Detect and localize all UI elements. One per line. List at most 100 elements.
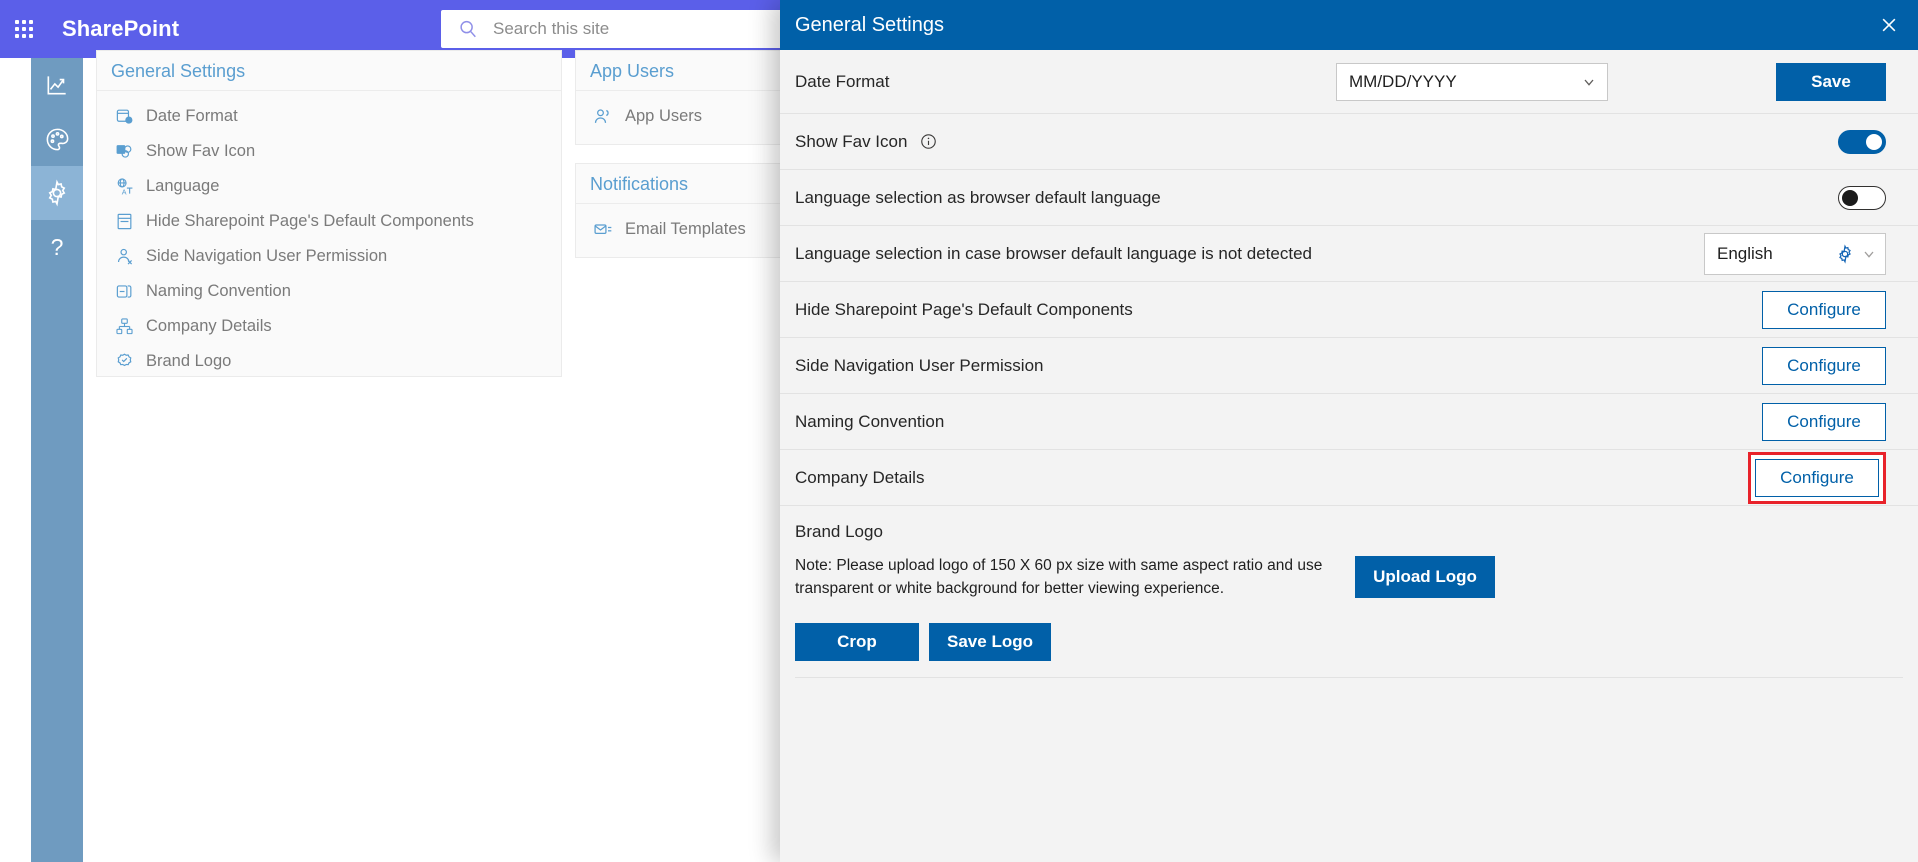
configure-company-details-button[interactable]: Configure (1755, 458, 1879, 497)
language-value: English (1717, 243, 1773, 263)
brand-logo-label: Brand Logo (795, 522, 883, 541)
save-logo-button[interactable]: Save Logo (929, 622, 1051, 661)
brand-logo-note-row: Note: Please upload logo of 150 X 60 px … (780, 548, 1918, 619)
language-select[interactable]: English (1704, 232, 1886, 275)
side-nav-permission-controls: Configure (1762, 346, 1886, 385)
menu-item-date-format[interactable]: Date Format (97, 99, 561, 134)
menu-item-company-details[interactable]: Company Details (97, 309, 561, 344)
rail-item-theme[interactable] (31, 112, 83, 166)
crop-button[interactable]: Crop (795, 622, 919, 661)
menu-item-language[interactable]: A Language (97, 169, 561, 204)
chevron-down-icon (1584, 79, 1594, 86)
user-permission-icon (113, 246, 135, 268)
gear-icon[interactable] (1835, 243, 1855, 264)
chevron-down-icon (1864, 251, 1874, 258)
rail-item-help[interactable]: ? (31, 220, 83, 274)
general-settings-menu: Date Format Show Fav Icon A Language Hid… (97, 91, 561, 389)
menu-item-label: Side Navigation User Permission (146, 247, 388, 265)
org-chart-icon (113, 316, 135, 338)
date-format-select[interactable]: MM/DD/YYYY (1336, 62, 1608, 101)
menu-item-label: Language (146, 177, 220, 195)
svg-text:A: A (121, 188, 126, 196)
panel-body: Date Format MM/DD/YYYY Save Show Fav Ico… (780, 50, 1918, 862)
menu-item-label: Hide Sharepoint Page's Default Component… (146, 212, 474, 230)
brand-logo-divider (795, 676, 1903, 678)
close-button[interactable] (1872, 8, 1906, 42)
menu-item-label: Naming Convention (146, 282, 291, 300)
upload-logo-button[interactable]: Upload Logo (1355, 556, 1495, 599)
left-rail: ? (31, 58, 83, 862)
row-naming-convention: Naming Convention Configure (780, 394, 1918, 450)
row-company-details: Company Details Configure (780, 450, 1918, 506)
company-details-label: Company Details (795, 467, 925, 487)
show-fav-icon-toggle[interactable] (1838, 129, 1886, 154)
search-icon (460, 20, 476, 38)
side-nav-permission-label: Side Navigation User Permission (795, 355, 1044, 375)
palette-icon (46, 128, 68, 150)
menu-item-label: App Users (625, 107, 703, 125)
menu-item-side-nav-permission[interactable]: Side Navigation User Permission (97, 239, 561, 274)
date-format-value: MM/DD/YYYY (1349, 71, 1457, 91)
date-time-icon (113, 106, 135, 128)
language-browser-default-controls (1838, 185, 1886, 210)
row-hide-components: Hide Sharepoint Page's Default Component… (780, 282, 1918, 338)
brand-logo-title-row: Brand Logo (780, 506, 1918, 548)
people-icon (592, 106, 614, 128)
menu-item-label: Brand Logo (146, 352, 232, 370)
company-details-controls: Configure (1748, 451, 1886, 504)
menu-item-label: Date Format (146, 107, 238, 125)
info-icon[interactable] (920, 133, 937, 150)
menu-item-hide-components[interactable]: Hide Sharepoint Page's Default Component… (97, 204, 561, 239)
brand-logo-note: Note: Please upload logo of 150 X 60 px … (795, 557, 1323, 598)
panel-title: General Settings (795, 13, 944, 36)
badge-icon (113, 351, 135, 373)
rail-item-analytics[interactable] (31, 58, 83, 112)
date-format-controls: MM/DD/YYYY Save (1336, 62, 1886, 101)
chart-line-icon (47, 76, 66, 95)
date-format-label: Date Format (795, 71, 890, 91)
favicon-icon (113, 141, 135, 163)
show-fav-icon-text: Show Fav Icon (795, 131, 908, 151)
configure-naming-convention-button[interactable]: Configure (1762, 402, 1886, 441)
menu-item-label: Email Templates (625, 220, 746, 238)
menu-item-label: Company Details (146, 317, 272, 335)
general-settings-card: General Settings Date Format Show Fav Ic… (96, 50, 562, 377)
configure-hide-components-button[interactable]: Configure (1762, 290, 1886, 329)
language-icon: A (113, 176, 135, 198)
close-icon (1882, 18, 1896, 32)
naming-icon (113, 281, 135, 303)
hide-components-controls: Configure (1762, 290, 1886, 329)
brand-logo-actions: Crop Save Logo (780, 619, 1918, 677)
menu-item-brand-logo[interactable]: Brand Logo (97, 344, 561, 379)
row-language-not-detected: Language selection in case browser defau… (780, 226, 1918, 282)
row-language-browser-default: Language selection as browser default la… (780, 170, 1918, 226)
mail-template-icon (592, 219, 614, 241)
naming-convention-controls: Configure (1762, 402, 1886, 441)
app-root: SharePoint Search this site ? General Se… (0, 0, 1918, 862)
suite-title: SharePoint (62, 16, 180, 41)
panel-header: General Settings (780, 0, 1918, 50)
page-icon (113, 211, 135, 233)
gear-icon (48, 179, 66, 207)
naming-convention-label: Naming Convention (795, 411, 945, 431)
menu-item-naming-convention[interactable]: Naming Convention (97, 274, 561, 309)
hide-components-label: Hide Sharepoint Page's Default Component… (795, 299, 1133, 319)
general-settings-panel: General Settings Date Format MM/DD/YYYY (780, 0, 1918, 862)
app-launcher-icon[interactable] (0, 0, 48, 58)
search-placeholder: Search this site (493, 19, 610, 38)
question-icon: ? (50, 233, 64, 260)
menu-item-label: Show Fav Icon (146, 142, 256, 160)
row-show-fav-icon: Show Fav Icon (780, 114, 1918, 170)
highlight-box: Configure (1748, 451, 1886, 504)
row-side-nav-permission: Side Navigation User Permission Configur… (780, 338, 1918, 394)
general-settings-card-title: General Settings (97, 51, 561, 91)
language-not-detected-controls: English (1704, 232, 1886, 275)
save-button[interactable]: Save (1776, 62, 1886, 101)
language-browser-default-toggle[interactable] (1838, 185, 1886, 210)
show-fav-icon-controls (1838, 129, 1886, 154)
row-date-format: Date Format MM/DD/YYYY Save (780, 50, 1918, 114)
language-browser-default-label: Language selection as browser default la… (795, 187, 1161, 207)
menu-item-show-fav-icon[interactable]: Show Fav Icon (97, 134, 561, 169)
configure-side-nav-permission-button[interactable]: Configure (1762, 346, 1886, 385)
rail-item-settings[interactable] (31, 166, 83, 220)
